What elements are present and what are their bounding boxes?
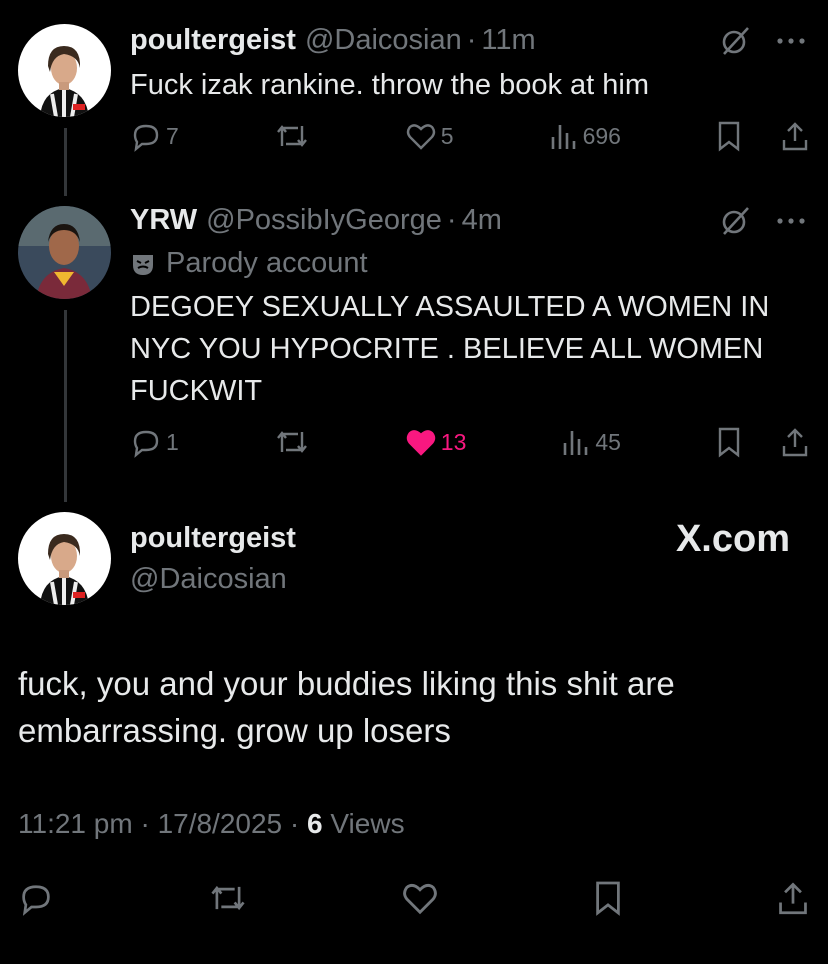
tweet-text: fuck, you and your buddies liking this s… — [18, 665, 675, 749]
tweet-date[interactable]: 17/8/2025 — [158, 808, 283, 839]
author-handle[interactable]: @Daicosian — [130, 563, 287, 596]
retweet-icon[interactable] — [208, 880, 248, 916]
tweet-meta: 11:21 pm · 17/8/2025 · 6 Views — [18, 808, 405, 840]
tweet-actions: 1 13 45 — [130, 424, 810, 460]
separator-dot: · — [140, 808, 150, 839]
separator-dot: · — [466, 24, 477, 56]
grok-icon[interactable] — [718, 204, 752, 238]
reply-icon — [133, 124, 159, 152]
share-icon[interactable] — [780, 426, 810, 458]
retweet-button[interactable] — [274, 120, 310, 152]
reply-button[interactable]: 1 — [130, 426, 179, 458]
thread-line-2 — [64, 310, 67, 502]
separator-dot: · — [289, 808, 300, 839]
author-handle[interactable]: @Daicosian — [305, 24, 462, 57]
parody-mask-icon — [133, 254, 153, 275]
bookmark-icon[interactable] — [716, 120, 742, 152]
views-label: Views — [330, 808, 405, 839]
avatar[interactable] — [18, 512, 111, 605]
like-icon-filled — [406, 430, 435, 456]
tweet-time[interactable]: 4m — [462, 204, 502, 237]
author-name[interactable]: poultergeist — [130, 522, 296, 555]
parody-label: Parody account — [166, 247, 368, 279]
bookmark-icon[interactable] — [593, 879, 623, 917]
share-icon[interactable] — [776, 879, 810, 917]
grok-icon[interactable] — [718, 24, 752, 58]
like-count: 13 — [440, 428, 467, 455]
views-count: 696 — [582, 122, 621, 149]
views-button[interactable]: 696 — [549, 121, 621, 151]
like-button[interactable]: 13 — [405, 427, 467, 457]
more-icon[interactable] — [776, 216, 806, 226]
author-name[interactable]: YRW — [130, 204, 197, 237]
tweet-text: DEGOEY SEXUALLY ASSAULTED A WOMEN IN NYC… — [130, 291, 770, 407]
views-icon — [551, 125, 575, 149]
tweet-text: Fuck izak rankine. throw the book at him — [130, 69, 650, 101]
retweet-icon — [276, 431, 307, 453]
avatar[interactable] — [18, 206, 111, 299]
reply-icon — [133, 430, 159, 458]
like-count: 5 — [440, 122, 454, 149]
author-name[interactable]: poultergeist — [130, 24, 296, 57]
share-icon[interactable] — [780, 120, 810, 152]
tweet-actions: 7 5 696 — [130, 118, 810, 154]
reply-count: 1 — [166, 428, 179, 455]
reply-icon[interactable] — [18, 880, 54, 916]
views-count: 6 — [307, 808, 323, 839]
reply-button[interactable]: 7 — [130, 120, 179, 152]
thread-line-1 — [64, 128, 67, 196]
views-button[interactable]: 45 — [561, 427, 621, 457]
retweet-icon — [276, 125, 307, 147]
reply-count: 7 — [166, 122, 179, 149]
tweet-time[interactable]: 11:21 pm — [18, 808, 133, 839]
views-count: 45 — [595, 428, 621, 455]
retweet-button[interactable] — [274, 426, 310, 458]
separator-dot: · — [446, 204, 457, 236]
like-icon — [406, 124, 435, 150]
tweet-time[interactable]: 11m — [481, 24, 535, 57]
like-button[interactable]: 5 — [405, 121, 454, 151]
like-icon[interactable] — [401, 880, 439, 916]
x-brand-logo: X.com — [675, 518, 790, 560]
main-tweet-actions — [18, 878, 810, 918]
avatar[interactable] — [18, 24, 111, 117]
more-icon[interactable] — [776, 36, 806, 46]
views-icon — [564, 431, 588, 455]
author-handle[interactable]: @PossibIyGeorge — [206, 204, 442, 237]
bookmark-icon[interactable] — [716, 426, 742, 458]
